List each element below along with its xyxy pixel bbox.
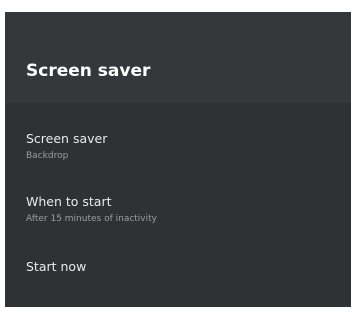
menu-item-title: Start now xyxy=(26,259,87,274)
panel-header: Screen saver xyxy=(5,12,351,103)
page-title: Screen saver xyxy=(26,61,151,81)
menu-item-title: Screen saver xyxy=(26,131,108,146)
settings-list: Screen saver Backdrop When to start Afte… xyxy=(5,103,351,307)
menu-item-when-to-start[interactable]: When to start After 15 minutes of inacti… xyxy=(5,193,351,239)
menu-item-subtitle: After 15 minutes of inactivity xyxy=(26,214,157,224)
menu-item-start-now[interactable]: Start now xyxy=(5,258,351,288)
screen-saver-panel: Screen saver Screen saver Backdrop When … xyxy=(5,12,351,307)
menu-item-screen-saver[interactable]: Screen saver Backdrop xyxy=(5,130,351,176)
menu-item-subtitle: Backdrop xyxy=(26,151,69,161)
menu-item-title: When to start xyxy=(26,194,112,209)
